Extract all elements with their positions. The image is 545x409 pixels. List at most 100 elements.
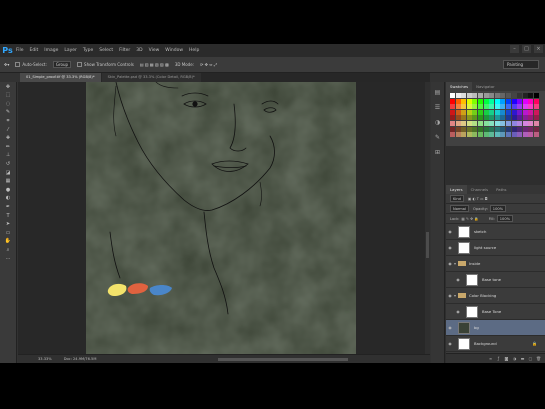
hand-tool-icon[interactable]: ✋: [3, 238, 14, 245]
swatch-chip[interactable]: [517, 120, 523, 126]
swatch-chip[interactable]: [489, 109, 495, 115]
swatch-chip[interactable]: [528, 115, 534, 121]
swatch-chip[interactable]: [483, 132, 489, 138]
swatch-chip[interactable]: [511, 120, 517, 126]
swatch-chip[interactable]: [466, 98, 472, 104]
swatch-chip[interactable]: [522, 109, 528, 115]
document-canvas[interactable]: [86, 82, 356, 354]
clone-stamp-icon[interactable]: ⊥: [3, 152, 14, 159]
swatch-chip[interactable]: [461, 93, 467, 98]
swatch-chip[interactable]: [511, 126, 517, 132]
swatch-chip[interactable]: [483, 120, 489, 126]
pen-tool-icon[interactable]: ✒: [3, 204, 14, 211]
swatch-chip[interactable]: [533, 132, 539, 138]
swatch-chip[interactable]: [466, 132, 472, 138]
kind-filter-dropdown[interactable]: Kind: [450, 195, 464, 202]
align-icons[interactable]: ▤ ▥ ▦ ▧ ▨ ▩: [140, 62, 169, 67]
layer-row[interactable]: ◉ Base tone: [446, 272, 545, 288]
swatch-chip[interactable]: [533, 104, 539, 110]
swatch-chip[interactable]: [500, 98, 506, 104]
swatch-chip[interactable]: [517, 98, 523, 104]
swatch-chip[interactable]: [528, 93, 534, 98]
swatch-chip[interactable]: [472, 109, 478, 115]
shape-tool-icon[interactable]: ▭: [3, 230, 14, 237]
swatch-chip[interactable]: [466, 115, 472, 121]
swatch-chip[interactable]: [477, 126, 483, 132]
link-icon[interactable]: ∞: [488, 356, 493, 361]
swatch-chip[interactable]: [450, 126, 455, 132]
swatch-chip[interactable]: [472, 120, 478, 126]
swatch-chip[interactable]: [489, 115, 495, 121]
swatch-chip[interactable]: [517, 132, 523, 138]
swatch-chip[interactable]: [466, 120, 472, 126]
vertical-scrollbar[interactable]: [425, 82, 430, 354]
swatch-chip[interactable]: [500, 93, 506, 98]
more-tools-icon[interactable]: …: [3, 255, 14, 262]
swatch-chip[interactable]: [450, 98, 455, 104]
swatch-chip[interactable]: [500, 132, 506, 138]
visibility-eye-icon[interactable]: ◉: [446, 245, 454, 250]
swatch-chip[interactable]: [472, 98, 478, 104]
swatch-chip[interactable]: [494, 109, 500, 115]
swatch-chip[interactable]: [511, 93, 517, 98]
swatch-chip[interactable]: [505, 109, 511, 115]
mask-icon[interactable]: ◙: [504, 356, 509, 361]
close-icon[interactable]: ×: [534, 45, 543, 53]
tab-paths[interactable]: Paths: [492, 185, 510, 194]
swatch-chip[interactable]: [483, 104, 489, 110]
swatch-chip[interactable]: [522, 93, 528, 98]
auto-select-dropdown[interactable]: Group: [52, 61, 72, 68]
new-group-icon[interactable]: ▬: [520, 356, 525, 361]
swatch-chip[interactable]: [466, 126, 472, 132]
swatch-chip[interactable]: [528, 132, 534, 138]
tab-document-2[interactable]: Skin_Palette.psd @ 33.3% (Color Detail, …: [101, 73, 201, 82]
swatch-chip[interactable]: [461, 126, 467, 132]
visibility-eye-icon[interactable]: ◉: [454, 277, 462, 282]
swatch-chip[interactable]: [455, 115, 461, 121]
swatch-chip[interactable]: [528, 109, 534, 115]
swatch-chip[interactable]: [483, 126, 489, 132]
swatch-chip[interactable]: [455, 132, 461, 138]
type-tool-icon[interactable]: T: [3, 213, 14, 220]
layer-row[interactable]: ◉ light source: [446, 240, 545, 256]
swatch-chip[interactable]: [489, 120, 495, 126]
swatch-chip[interactable]: [455, 120, 461, 126]
eyedropper-tool-icon[interactable]: ⁄: [3, 127, 14, 134]
visibility-eye-icon[interactable]: ◉: [446, 293, 454, 298]
visibility-eye-icon[interactable]: ◉: [446, 325, 454, 330]
crop-tool-icon[interactable]: ⌗: [3, 118, 14, 125]
adjustments-icon[interactable]: ◑: [433, 118, 443, 127]
swatch-chip[interactable]: [477, 132, 483, 138]
swatch-chip[interactable]: [450, 109, 455, 115]
menu-view[interactable]: View: [149, 48, 160, 53]
menu-image[interactable]: Image: [44, 48, 58, 53]
swatch-chip[interactable]: [517, 93, 523, 98]
marquee-tool-icon[interactable]: ⬚: [3, 92, 14, 99]
swatch-chip[interactable]: [505, 132, 511, 138]
menu-layer[interactable]: Layer: [64, 48, 77, 53]
swatch-chip[interactable]: [528, 126, 534, 132]
swatch-chip[interactable]: [455, 93, 461, 98]
swatch-chip[interactable]: [511, 132, 517, 138]
swatch-chip[interactable]: [489, 98, 495, 104]
tab-layers[interactable]: Layers: [446, 185, 467, 194]
maximize-icon[interactable]: □: [522, 45, 531, 53]
swatch-chip[interactable]: [522, 132, 528, 138]
swatch-chip[interactable]: [522, 115, 528, 121]
swatch-chip[interactable]: [517, 126, 523, 132]
swatch-chip[interactable]: [455, 104, 461, 110]
layer-row[interactable]: ◉ sketch: [446, 224, 545, 240]
move-tool-icon[interactable]: ✥▾: [4, 62, 9, 67]
swatch-chip[interactable]: [466, 104, 472, 110]
menu-edit[interactable]: Edit: [30, 48, 39, 53]
swatch-chip[interactable]: [461, 104, 467, 110]
swatch-chip[interactable]: [461, 132, 467, 138]
brush-tool-icon[interactable]: ✏: [3, 144, 14, 151]
menu-type[interactable]: Type: [83, 48, 93, 53]
blur-tool-icon[interactable]: ●: [3, 187, 14, 194]
swatch-chip[interactable]: [494, 115, 500, 121]
visibility-eye-icon[interactable]: ◉: [454, 309, 462, 314]
swatch-chip[interactable]: [489, 132, 495, 138]
tab-document-1[interactable]: 01_Simple_proof.tif @ 33.3% (RGB/8)*: [20, 73, 101, 82]
horizontal-scrollbar[interactable]: [218, 358, 348, 361]
